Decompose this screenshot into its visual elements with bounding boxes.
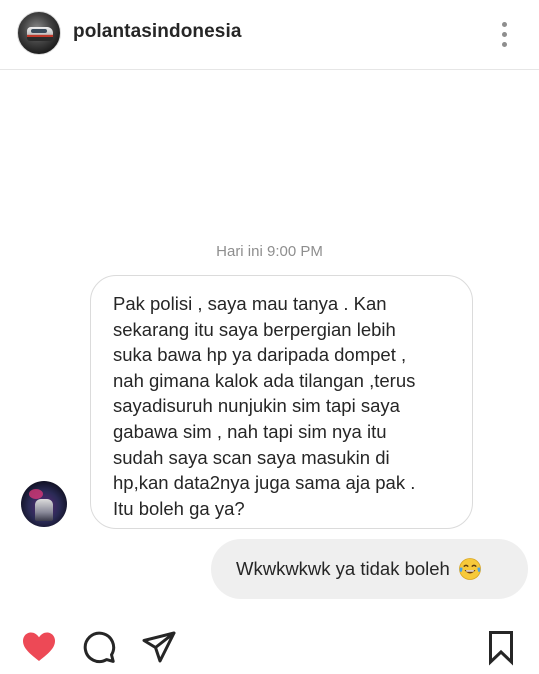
message-line: sudah saya scan saya masukin di bbox=[113, 446, 390, 468]
profile-avatar[interactable] bbox=[17, 11, 61, 55]
message-line: sekarang itu saya berpergian lebih bbox=[113, 318, 396, 340]
username[interactable]: polantasindonesia bbox=[73, 21, 242, 43]
send-icon[interactable] bbox=[140, 628, 178, 666]
avatar-car-image bbox=[27, 27, 53, 41]
message-line: nah gimana kalok ada tilangan ,terus bbox=[113, 369, 416, 391]
message-line: Itu boleh ga ya? bbox=[113, 497, 245, 519]
outgoing-message-text: Wkwkwkwk ya tidak boleh bbox=[236, 558, 450, 579]
incoming-message-text: Pak polisi , saya mau tanya . Kan sekara… bbox=[113, 291, 452, 521]
sender-avatar[interactable] bbox=[21, 481, 67, 527]
bookmark-icon[interactable] bbox=[482, 628, 520, 666]
comment-icon[interactable] bbox=[80, 628, 118, 666]
incoming-message-bubble[interactable]: Pak polisi , saya mau tanya . Kan sekara… bbox=[90, 275, 473, 529]
action-bar bbox=[0, 620, 539, 674]
conversation-header: polantasindonesia bbox=[0, 0, 539, 70]
message-line: suka bawa hp ya daripada dompet , bbox=[113, 344, 407, 366]
more-vertical-icon[interactable] bbox=[494, 14, 514, 54]
message-line: hp,kan data2nya juga sama aja pak . bbox=[113, 472, 416, 494]
tears-of-joy-emoji-icon bbox=[458, 557, 482, 581]
message-timestamp: Hari ini 9:00 PM bbox=[216, 243, 323, 260]
message-line: sayadisuruh nunjukin sim tapi saya bbox=[113, 395, 400, 417]
heart-icon[interactable] bbox=[20, 628, 58, 666]
message-line: Pak polisi , saya mau tanya . Kan bbox=[113, 293, 387, 314]
message-line: gabawa sim , nah tapi sim nya itu bbox=[113, 420, 387, 442]
outgoing-message-bubble[interactable]: Wkwkwkwk ya tidak boleh bbox=[211, 539, 528, 599]
heart-shape bbox=[23, 632, 55, 661]
